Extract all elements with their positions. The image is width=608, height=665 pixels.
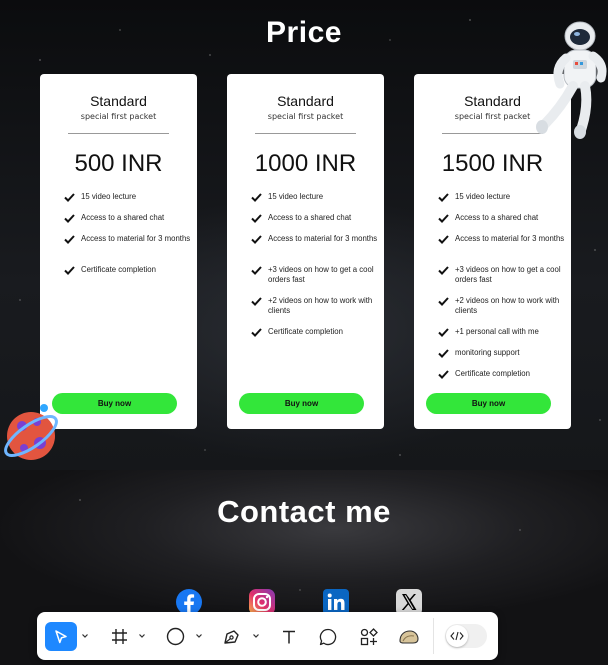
dev-mode-knob xyxy=(446,625,468,647)
pricing-card: Standard special first packet 1000 INR 15 v… xyxy=(227,74,384,429)
feature-item: Access to a shared chat xyxy=(64,213,209,223)
card-divider xyxy=(255,133,356,134)
checkmark-icon xyxy=(438,193,449,202)
code-icon xyxy=(450,631,464,641)
feature-item: Access to material for 3 months xyxy=(438,234,583,244)
planet-icon xyxy=(4,404,58,460)
components-icon xyxy=(360,627,378,645)
checkmark-icon xyxy=(251,297,262,306)
buy-now-button[interactable]: Buy now xyxy=(239,393,364,414)
feature-text: Access to a shared chat xyxy=(268,213,352,222)
checkmark-icon xyxy=(64,235,75,244)
checkmark-icon xyxy=(251,266,262,275)
feature-text: monitoring support xyxy=(455,348,520,357)
feature-text: Access to material for 3 months xyxy=(268,234,378,243)
card-divider xyxy=(68,133,169,134)
tool-plugin[interactable] xyxy=(397,622,421,651)
feature-text: 15 video lecture xyxy=(268,192,324,201)
card-plan-name: Standard xyxy=(277,93,334,109)
checkmark-icon xyxy=(438,370,449,379)
feature-item: 15 video lecture xyxy=(251,192,396,202)
checkmark-icon xyxy=(438,328,449,337)
feature-text: Access to a shared chat xyxy=(455,213,539,222)
feature-text: Certificate completion xyxy=(268,327,343,336)
feature-text: Access to material for 3 months xyxy=(455,234,565,243)
feature-text: +3 videos on how to get a cool orders fa… xyxy=(268,265,374,284)
feature-item: +3 videos on how to get a cool orders fa… xyxy=(251,265,396,285)
ellipse-icon xyxy=(166,627,184,646)
buy-now-button[interactable]: Buy now xyxy=(52,393,177,414)
tool-text[interactable] xyxy=(277,622,301,651)
checkmark-icon xyxy=(64,193,75,202)
checkmark-icon xyxy=(251,328,262,337)
feature-item: Access to material for 3 months xyxy=(251,234,396,244)
checkmark-icon xyxy=(438,349,449,358)
chevron-down-icon[interactable] xyxy=(252,632,260,640)
checkmark-icon xyxy=(438,235,449,244)
checkmark-icon xyxy=(64,266,75,275)
feature-text: Certificate completion xyxy=(455,369,530,378)
comment-icon xyxy=(319,628,337,645)
tool-components[interactable] xyxy=(357,622,381,651)
card-price: 1500 INR xyxy=(441,150,544,177)
checkmark-icon xyxy=(251,235,262,244)
feature-text: Certificate completion xyxy=(81,265,156,274)
checkmark-icon xyxy=(438,266,449,275)
feature-item: Access to a shared chat xyxy=(438,213,583,223)
feature-text: +2 videos on how to work with clients xyxy=(268,296,373,315)
tool-pen[interactable] xyxy=(220,622,244,651)
feature-item: Certificate completion xyxy=(64,265,209,275)
card-plan-subtitle: special first packet xyxy=(80,112,157,121)
feature-item: Certificate completion xyxy=(438,369,583,379)
checkmark-icon xyxy=(251,214,262,223)
checkmark-icon xyxy=(251,193,262,202)
contact-heading: Contact me xyxy=(217,494,391,529)
tool-frame[interactable] xyxy=(107,622,131,651)
tool-move[interactable] xyxy=(45,622,77,651)
chevron-down-icon[interactable] xyxy=(138,632,146,640)
dev-mode-toggle[interactable] xyxy=(445,624,487,648)
pricing-card: Standard special first packet 500 INR 15 vi… xyxy=(40,74,197,429)
feature-item: Certificate completion xyxy=(251,327,396,337)
feature-item: Access to material for 3 months xyxy=(64,234,209,244)
card-price: 1000 INR xyxy=(254,150,357,177)
feature-item: +2 videos on how to work with clients xyxy=(251,296,396,316)
feature-item: 15 video lecture xyxy=(64,192,209,202)
card-plan-subtitle: special first packet xyxy=(267,112,344,121)
feature-text: +3 videos on how to get a cool orders fa… xyxy=(455,265,561,284)
feature-item: +1 personal call with me xyxy=(438,327,583,337)
pen-icon xyxy=(224,629,239,644)
feature-item: +2 videos on how to work with clients xyxy=(438,296,583,316)
checkmark-icon xyxy=(438,214,449,223)
feature-text: Access to material for 3 months xyxy=(81,234,191,243)
feature-text: +1 personal call with me xyxy=(455,327,539,336)
toolbar-divider xyxy=(433,618,434,654)
frame-icon xyxy=(111,629,127,644)
tool-comment[interactable] xyxy=(316,622,340,651)
design-toolbar xyxy=(37,612,498,660)
price-heading: Price xyxy=(266,16,342,49)
chevron-down-icon[interactable] xyxy=(195,632,203,640)
feature-text: 15 video lecture xyxy=(455,192,511,201)
feature-item: 15 video lecture xyxy=(438,192,583,202)
pointer-icon xyxy=(55,629,67,643)
text-icon xyxy=(283,630,295,643)
card-divider xyxy=(442,133,543,134)
checkmark-icon xyxy=(64,214,75,223)
buy-now-button[interactable]: Buy now xyxy=(426,393,551,414)
chevron-down-icon[interactable] xyxy=(81,632,89,640)
feature-item: monitoring support xyxy=(438,348,583,358)
astronaut-icon xyxy=(536,21,607,139)
feature-text: +2 videos on how to work with clients xyxy=(455,296,560,315)
card-price: 500 INR xyxy=(74,150,163,177)
plugin-icon xyxy=(399,629,419,644)
checkmark-icon xyxy=(438,297,449,306)
card-plan-name: Standard xyxy=(90,93,147,109)
feature-text: 15 video lecture xyxy=(81,192,137,201)
feature-item: Access to a shared chat xyxy=(251,213,396,223)
feature-text: Access to a shared chat xyxy=(81,213,165,222)
tool-ellipse[interactable] xyxy=(163,622,187,651)
feature-item: +3 videos on how to get a cool orders fa… xyxy=(438,265,583,285)
